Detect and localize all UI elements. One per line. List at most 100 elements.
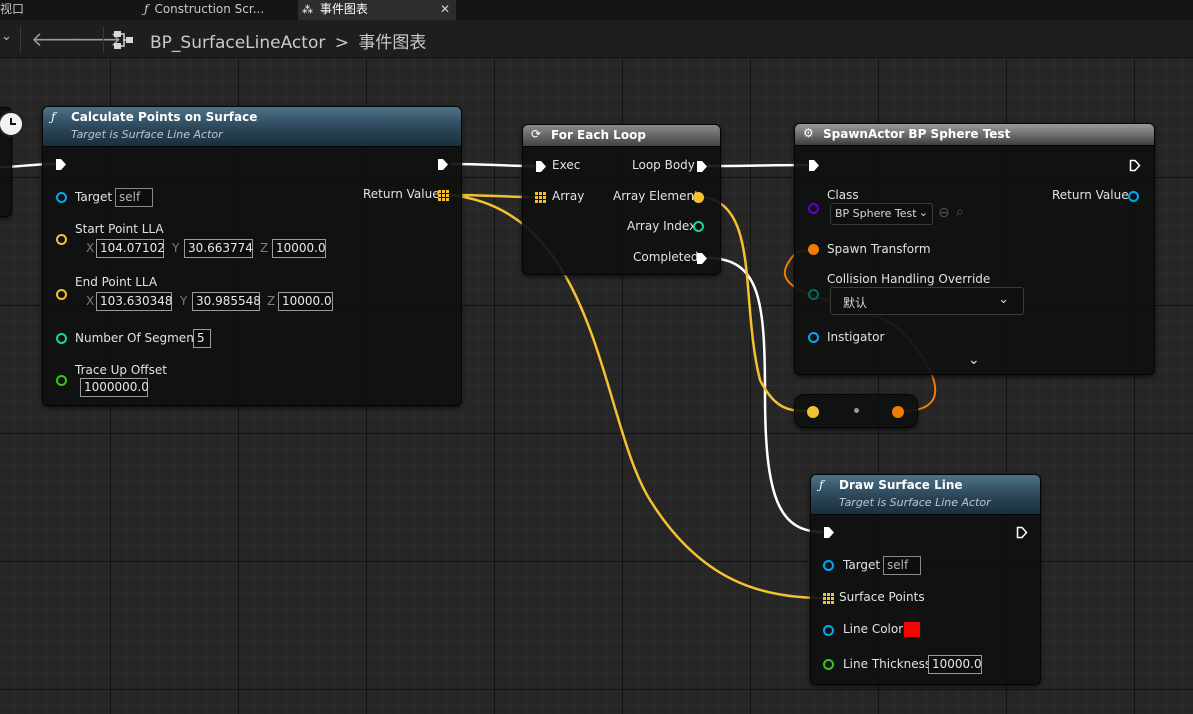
reroute-out-pin[interactable] [892, 406, 904, 418]
tab-bar: 视口 ƒ Construction Scr... ⁂ 事件图表 ✕ [0, 0, 1193, 20]
segments-label: Number Of Segments [75, 331, 205, 345]
exec-out-pin[interactable] [437, 158, 449, 171]
chevron-down-icon[interactable]: ⌄ [1, 29, 12, 44]
instigator-pin[interactable] [808, 332, 819, 343]
foreach-array-element-pin[interactable] [693, 192, 704, 203]
line-color-pin[interactable] [823, 625, 834, 636]
end-x-field[interactable]: 103.630348 [96, 292, 173, 311]
start-point-pin[interactable] [56, 234, 67, 245]
breadcrumb: BP_SurfaceLineActor > 事件图表 [150, 28, 426, 53]
surface-points-array-pin[interactable] [823, 593, 834, 604]
collision-pin[interactable] [808, 289, 819, 300]
trace-offset-field[interactable]: 1000000.0 [80, 378, 149, 397]
foreach-array-pin[interactable] [535, 192, 546, 203]
foreach-exec-label: Exec [552, 158, 581, 172]
toolbar-divider [103, 26, 104, 52]
spawn-return-pin[interactable] [1128, 191, 1139, 202]
draw-surface-line-node[interactable]: ƒ Draw Surface Line Target is Surface Li… [810, 474, 1041, 685]
breadcrumb-graph[interactable]: 事件图表 [358, 33, 426, 53]
start-point-label: Start Point LLA [75, 222, 164, 236]
event-graph-icon: ⁂ [302, 3, 313, 16]
return-value-array-pin[interactable] [438, 190, 449, 201]
draw-target-label: Target [843, 558, 881, 572]
draw-surface-line-subtitle: Target is Surface Line Actor [839, 496, 991, 509]
for-each-loop-header: ⟳ For Each Loop [523, 125, 720, 147]
end-point-label: End Point LLA [75, 275, 158, 289]
start-y-field[interactable]: 30.663774 [184, 239, 253, 258]
blueprint-hierarchy-icon [113, 30, 135, 50]
collision-dropdown-value: 默认 [843, 296, 868, 310]
spawn-icon: ⚙ [803, 126, 814, 140]
line-thickness-pin[interactable] [823, 659, 834, 670]
draw-target-value[interactable]: self [883, 556, 921, 575]
target-pin[interactable] [56, 192, 67, 203]
calculate-points-subtitle: Target is Surface Line Actor [71, 128, 223, 141]
start-x-axis: X [86, 241, 95, 255]
spawn-class-pin[interactable] [808, 203, 819, 214]
segments-field[interactable]: 5 [193, 329, 211, 348]
foreach-array-index-pin[interactable] [693, 221, 704, 232]
surface-points-label: Surface Points [839, 590, 925, 604]
tab-viewport-label: 视口 [0, 2, 25, 16]
start-x-field[interactable]: 104.07102 [96, 239, 165, 258]
segments-pin[interactable] [56, 333, 67, 344]
line-thickness-label: Line Thickness [843, 657, 932, 671]
collision-dropdown[interactable]: 默认 ⌄ [830, 287, 1024, 315]
clock-icon [0, 111, 24, 137]
function-icon: ƒ [819, 478, 824, 492]
end-y-field[interactable]: 30.985548 [192, 292, 261, 311]
browse-search-icon[interactable]: ⌕ [956, 204, 964, 220]
foreach-exec-in-pin[interactable] [535, 160, 547, 173]
draw-target-pin[interactable] [823, 560, 834, 571]
spawn-return-label: Return Value [1052, 188, 1129, 202]
function-icon: ƒ [144, 2, 149, 16]
foreach-loop-body-pin[interactable] [696, 160, 708, 173]
reroute-dot [854, 408, 859, 413]
breadcrumb-blueprint[interactable]: BP_SurfaceLineActor [150, 33, 325, 53]
draw-surface-line-header: ƒ Draw Surface Line Target is Surface Li… [811, 475, 1040, 515]
end-z-field[interactable]: 10000.0 [278, 292, 333, 311]
draw-exec-in-pin[interactable] [823, 526, 835, 539]
exec-in-pin[interactable] [55, 158, 67, 171]
target-label: Target [75, 190, 113, 204]
spawn-actor-header: ⚙ SpawnActor BP Sphere Test [795, 124, 1154, 146]
spawn-exec-in-pin[interactable] [808, 159, 820, 172]
tab-construction-script[interactable]: ƒ Construction Scr... [140, 0, 290, 20]
calculate-points-title: Calculate Points on Surface [71, 110, 258, 124]
foreach-array-label: Array [552, 189, 585, 203]
start-z-axis: Z [260, 241, 269, 255]
line-thickness-field[interactable]: 10000.0 [928, 655, 982, 674]
foreach-array-index-label: Array Index [627, 219, 697, 233]
line-color-label: Line Color [843, 622, 904, 636]
start-z-field[interactable]: 10000.0 [272, 239, 326, 258]
use-selected-icon[interactable]: ⊖ [938, 205, 950, 221]
class-dropdown[interactable]: BP Sphere Test ⌄ [830, 203, 933, 225]
draw-exec-out-pin[interactable] [1016, 526, 1028, 539]
spawn-transform-pin[interactable] [808, 244, 819, 255]
end-z-axis: Z [267, 294, 276, 308]
graph-toolbar: ⌄ 🡐 🡒 BP_SurfaceLineActor > 事件图表 [0, 20, 1193, 58]
tab-viewport[interactable]: 视口 [0, 0, 60, 20]
blueprint-editor: 视口 ƒ Construction Scr... ⁂ 事件图表 ✕ ⌄ 🡐 🡒 B… [0, 0, 1193, 714]
tab-construction-script-label: Construction Scr... [154, 2, 265, 16]
end-point-pin[interactable] [56, 289, 67, 300]
foreach-completed-pin[interactable] [696, 252, 708, 265]
collision-label: Collision Handling Override [827, 272, 991, 286]
foreach-completed-label: Completed [633, 250, 699, 264]
end-y-axis: Y [180, 294, 188, 308]
tab-event-graph[interactable]: ⁂ 事件图表 ✕ [298, 0, 456, 20]
draw-surface-line-title: Draw Surface Line [839, 478, 963, 492]
close-icon[interactable]: ✕ [440, 0, 450, 18]
spawn-exec-out-pin[interactable] [1129, 159, 1141, 172]
trace-offset-label: Trace Up Offset [75, 363, 167, 377]
instigator-label: Instigator [827, 330, 885, 344]
return-value-label: Return Value [363, 187, 440, 201]
class-dropdown-value: BP Sphere Test [835, 207, 917, 220]
reroute-in-pin[interactable] [807, 406, 819, 418]
target-value[interactable]: self [115, 188, 153, 207]
calculate-points-header: ƒ Calculate Points on Surface Target is … [43, 107, 461, 147]
expand-chevron-icon[interactable]: ⌄ [968, 352, 980, 368]
spawn-actor-title: SpawnActor BP Sphere Test [823, 127, 1011, 141]
trace-offset-pin[interactable] [56, 375, 67, 386]
line-color-swatch[interactable] [903, 621, 921, 638]
